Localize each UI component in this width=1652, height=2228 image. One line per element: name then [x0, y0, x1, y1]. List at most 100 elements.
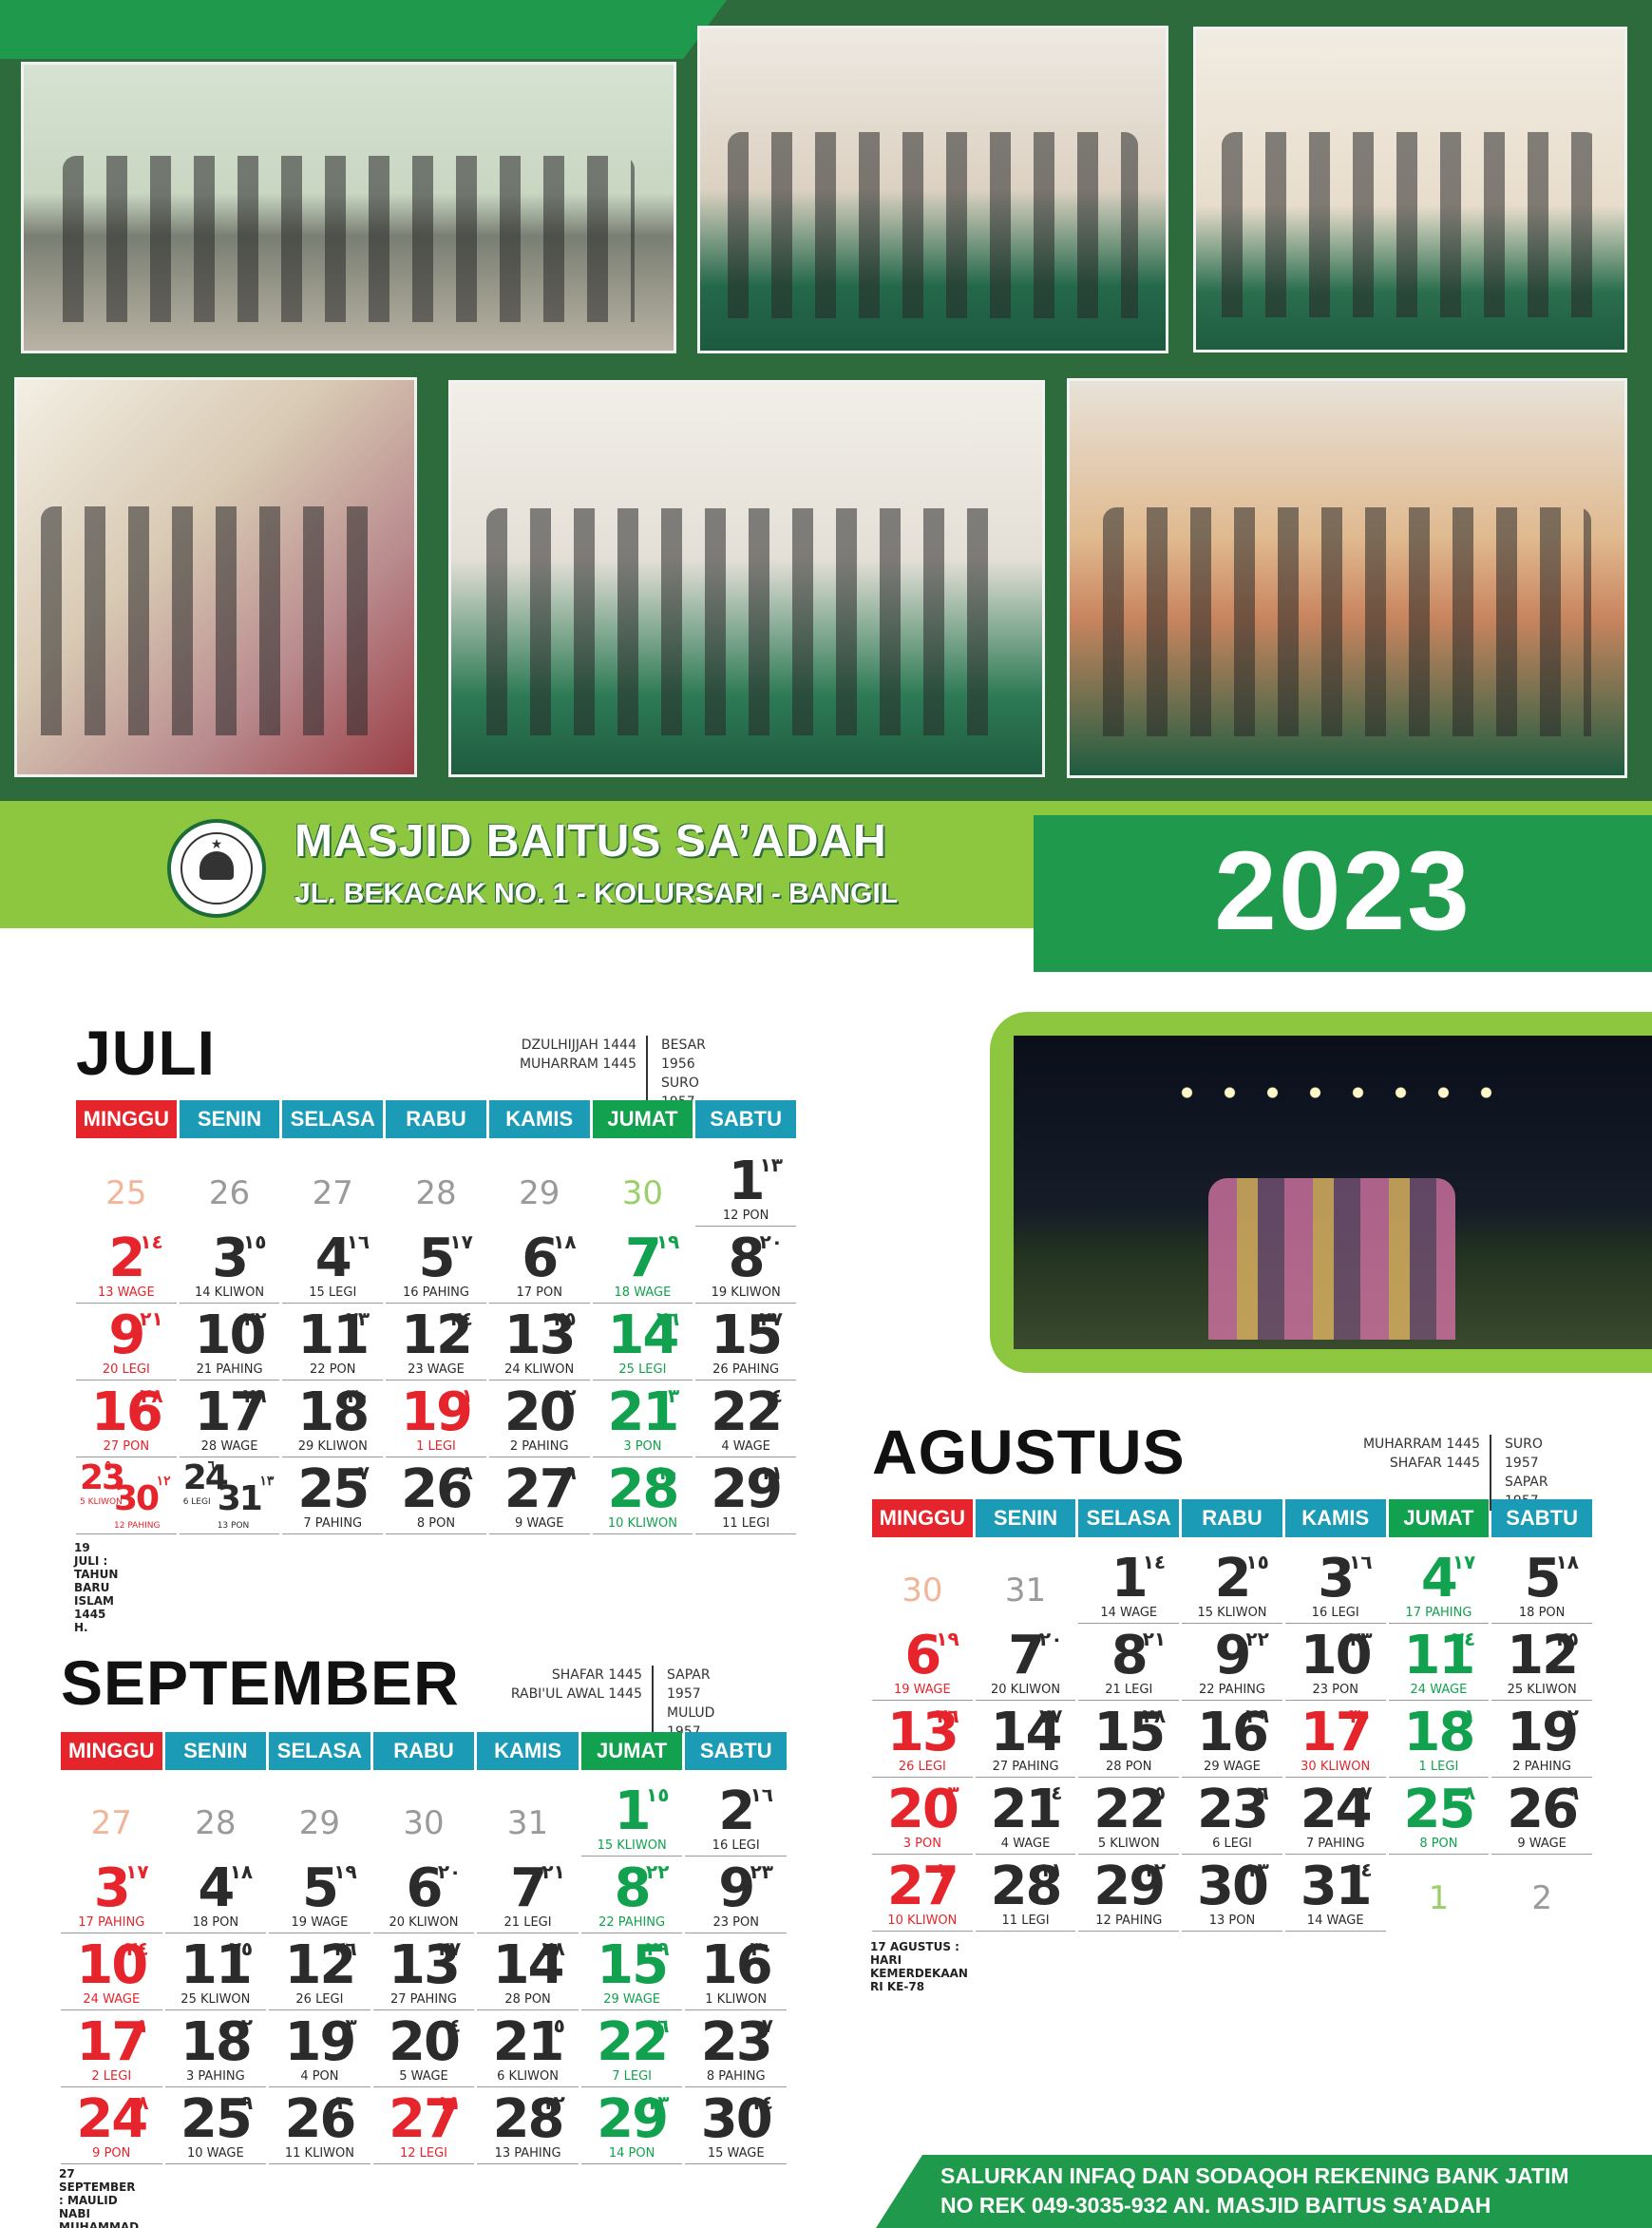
day-number: 30 — [902, 1571, 943, 1609]
pasaran-label: 30 KLIWON — [1301, 1760, 1371, 1774]
pasaran-label: 19 KLIWON — [711, 1285, 781, 1300]
pasaran-label: 25 KLIWON — [180, 1992, 251, 2007]
javanese-month-line: SAPAR 1957 — [667, 1667, 711, 1702]
day-number: 26 — [208, 1174, 251, 1212]
day-cell: 1 ١٥ 15 KLIWON — [580, 1780, 683, 1857]
pasaran-label: 14 WAGE — [1306, 1914, 1364, 1928]
hijri-day: ١ — [1464, 1704, 1476, 1727]
day-cell: 1 ١٤ 14 WAGE — [1078, 1547, 1180, 1624]
day-cell: 1 ١٣ 12 PON — [695, 1150, 796, 1227]
pasaran-label: 20 KLIWON — [991, 1683, 1061, 1697]
hijri-day: ١٤ — [750, 2091, 773, 2114]
hijri-day: ٢٧ — [437, 1937, 462, 1960]
day-header-kamis: KAMIS — [477, 1732, 579, 1770]
hijri-day: ١٧ — [125, 1860, 149, 1883]
day-cell: 11 ٢٥ 25 KLIWON — [164, 1933, 267, 2010]
hijri-day: ١٩ — [936, 1628, 959, 1650]
pasaran-label: 24 WAGE — [83, 1992, 141, 2007]
photo-tumpeng-ceremony — [697, 26, 1168, 353]
pasaran-label: 14 WAGE — [1100, 1606, 1158, 1620]
hijri-day: ١٩ — [655, 1230, 680, 1253]
day-cell: 14 ٢٨ 28 PON — [477, 1933, 579, 2010]
day-cell: 27 — [282, 1150, 383, 1227]
day-cell: 17 ٣٠ 30 KLIWON — [1284, 1701, 1386, 1778]
hijri-day: ١٨ — [1555, 1551, 1579, 1573]
day-number: 27 — [312, 1174, 353, 1212]
day-header-sabtu: SABTU — [1491, 1499, 1592, 1537]
hijri-day: ٤ — [770, 1384, 783, 1407]
day-cell: 31 ١٤ 14 WAGE — [1284, 1855, 1386, 1932]
pasaran-label: 28 PON — [504, 1992, 551, 2007]
hijri-day: ٥ — [553, 2014, 565, 2037]
day-cell: 16 ٣٠ 1 KLIWON — [685, 1933, 787, 2010]
hijri-months: MUHARRAM 1445 SHAFAR 1445 — [1271, 1435, 1480, 1473]
mosque-logo: ★ — [167, 819, 266, 918]
pasaran-label: 5 WAGE — [399, 2069, 448, 2084]
day-cell: 25 — [76, 1150, 177, 1227]
pasaran-label: 2 LEGI — [91, 2069, 132, 2084]
photo-group-banser — [21, 62, 676, 353]
pasaran-label: 15 KLIWON — [597, 1838, 667, 1853]
day-cell: 15 ٢٩ 29 WAGE — [580, 1933, 683, 2010]
hijri-months: DZULHIJJAH 1444 MUHARRAM 1445 — [427, 1036, 636, 1074]
mosque-name: MASJID BAITUS SA’ADAH — [294, 816, 887, 866]
hijri-day: ٢٦ — [333, 1937, 357, 1960]
pasaran-label: 15 WAGE — [707, 2146, 765, 2161]
mosque-address: JL. BEKACAK NO. 1 - KOLURSARI - BANGIL — [294, 878, 899, 909]
day-number: 25 — [105, 1174, 147, 1212]
pasaran-label: 8 PON — [416, 1516, 456, 1531]
pasaran-label: 20 KLIWON — [389, 1915, 459, 1930]
footer-line-2: NO REK 049-3035-932 AN. MASJID BAITUS SA… — [940, 2193, 1491, 2218]
day-cell: 25 ٩ 10 WAGE — [164, 2087, 267, 2164]
pasaran-label: 4 PON — [300, 2069, 339, 2084]
pasaran-label: 23 WAGE — [408, 1362, 465, 1377]
pasaran-label: 9 PON — [92, 2146, 131, 2161]
hijri-day: ١٣ — [1245, 1858, 1269, 1881]
hijri-day: ١٢ — [541, 2091, 565, 2114]
day-cell: 2 ١٥ 15 KLIWON — [1182, 1547, 1282, 1624]
pasaran-label: 9 WAGE — [514, 1516, 564, 1531]
hijri-day: ٢١ — [140, 1307, 163, 1330]
day-cell: 30 — [373, 1780, 475, 1857]
hijri-day: ١٧ — [449, 1230, 473, 1253]
pasaran-label: 2 PAHING — [1512, 1760, 1571, 1774]
day-header-jumat: JUMAT — [1388, 1499, 1490, 1537]
holiday-note: 27 SEPTEMBER : MAULID NABI MUHAMMAD SAW. — [59, 2167, 140, 2228]
javanese-month-line: BESAR 1956 — [661, 1038, 706, 1072]
hijri-month-line: DZULHIJJAH 1444 — [521, 1038, 636, 1053]
day-cell: 13 ٢٧ 27 PAHING — [372, 1933, 475, 2010]
day-header-jumat: JUMAT — [580, 1732, 683, 1770]
pasaran-label: 19 WAGE — [893, 1683, 951, 1697]
day-cell: 12 ٢٦ 26 LEGI — [269, 1933, 370, 2010]
hijri-day: ٢٠ — [1038, 1628, 1063, 1650]
hijri-day: ٢٤ — [449, 1307, 473, 1330]
pasaran-label: 16 LEGI — [712, 1838, 760, 1853]
day-cell: 12 ٢٤ 23 WAGE — [386, 1304, 486, 1381]
day-cell: 14 ٢٧ 27 PAHING — [975, 1701, 1076, 1778]
hijri-day: ٢٩ — [242, 1384, 267, 1407]
hijri-day: ٢٧ — [1038, 1704, 1063, 1727]
pasaran-label: 25 KLIWON — [1507, 1683, 1577, 1697]
pasaran-label: 26 PAHING — [712, 1362, 780, 1377]
hijri-day: ١٥ — [242, 1230, 267, 1253]
pasaran-label: 2 PAHING — [509, 1439, 569, 1454]
pasaran-label: 6 KLIWON — [497, 2069, 559, 2084]
day-cell: 5 ١٨ 18 PON — [1491, 1547, 1592, 1624]
hijri-day: ٦ — [657, 2014, 670, 2037]
day-cell: 8 ٢١ 21 LEGI — [1078, 1624, 1180, 1701]
hijri-day: ٢٠ — [437, 1860, 462, 1883]
day-header-jumat: JUMAT — [592, 1100, 693, 1138]
hijri-day: ٩ — [564, 1461, 577, 1484]
day-cell: 17 ١ 2 LEGI — [61, 2010, 162, 2087]
day-cell: 24 ٨ 9 PON — [61, 2087, 162, 2164]
day-cell: 10 ٢٤ 24 WAGE — [61, 1933, 162, 2010]
day-cell: 12 ٢٥ 25 KLIWON — [1491, 1624, 1592, 1701]
pasaran-label: 28 PON — [1106, 1760, 1152, 1774]
day-cell: 15 ٢٨ 28 PON — [1078, 1701, 1180, 1778]
pasaran-label: 23 PON — [712, 1915, 759, 1930]
pasaran-label: 1 LEGI — [416, 1439, 456, 1454]
day-number: 31 — [1004, 1571, 1047, 1609]
pasaran-label: 18 WAGE — [614, 1285, 672, 1300]
hijri-day: ١٦ — [1349, 1551, 1373, 1573]
day-cell: 30 — [593, 1150, 693, 1227]
